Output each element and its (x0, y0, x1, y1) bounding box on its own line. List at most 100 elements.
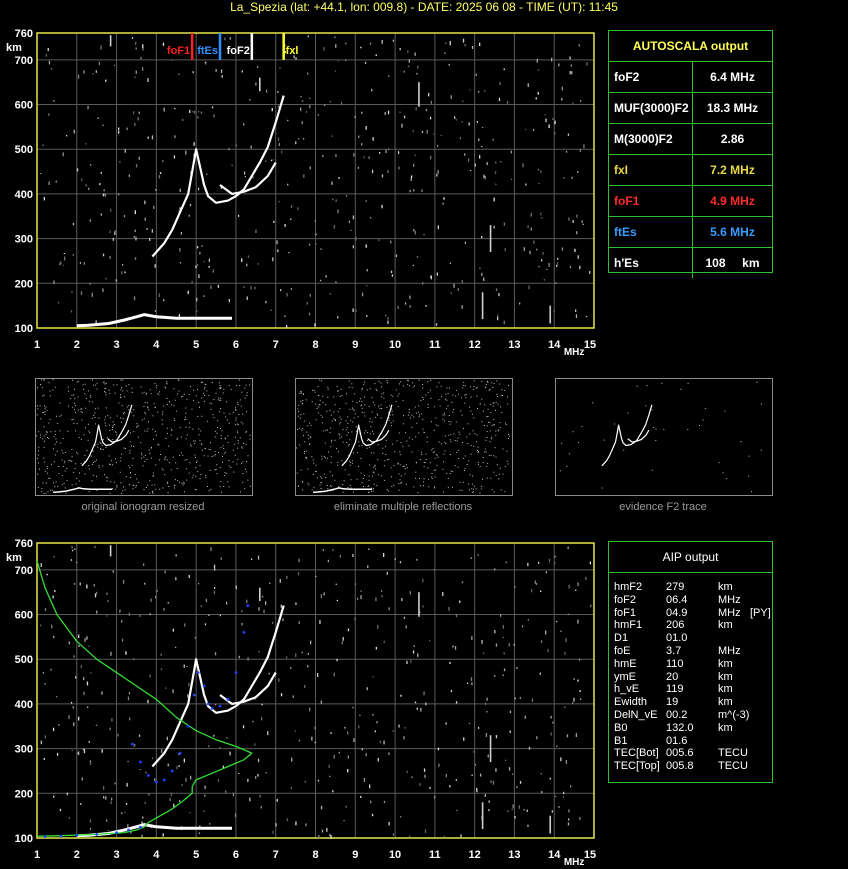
thumb-noise (318, 394, 319, 396)
thumb-noise (194, 440, 196, 442)
noise-dot (368, 548, 370, 550)
noise-dot (477, 727, 480, 729)
thumb-noise (399, 383, 400, 385)
thumb-noise (196, 460, 198, 462)
noise-dot (461, 280, 463, 284)
noise-dot (221, 75, 223, 78)
thumb-noise (430, 379, 432, 381)
noise-dot (73, 722, 75, 726)
autoscala-row: MUF(3000)F2 18.3 MHz (609, 93, 772, 124)
thumb-noise (395, 401, 397, 403)
noise-dot (445, 42, 447, 44)
thumb-noise (235, 424, 237, 426)
noise-dot (548, 124, 550, 129)
noise-dot (317, 779, 320, 782)
thumb-noise (398, 393, 400, 395)
noise-dot (305, 823, 307, 827)
thumb-noise (377, 444, 379, 446)
thumb-noise (427, 381, 429, 383)
noise-dot (257, 773, 259, 777)
thumb-noise (158, 444, 160, 446)
thumb-noise (197, 415, 199, 417)
noise-dot (467, 158, 470, 163)
thumb-noise (387, 382, 388, 384)
noise-dot (381, 204, 383, 209)
y-tick-label: 600 (15, 100, 33, 112)
noise-dot (575, 589, 577, 591)
noise-dot (91, 292, 93, 297)
thumb-noise (438, 382, 440, 384)
thumb-noise (137, 424, 139, 426)
noise-dot (62, 152, 64, 157)
noise-dot (548, 262, 550, 267)
thumb-f-trace-x (627, 429, 650, 443)
noise-dot (53, 635, 55, 639)
thumb-noise (467, 423, 469, 425)
noise-dot (163, 608, 165, 611)
noise-dot (409, 296, 411, 300)
thumb-noise (485, 384, 487, 386)
noise-dot (392, 833, 395, 836)
thumb-noise (300, 469, 302, 471)
thumb-noise (311, 456, 313, 458)
thumb-noise (150, 393, 152, 395)
x-tick-label: 6 (233, 339, 239, 351)
thumb-noise (389, 405, 391, 407)
noise-dot (86, 584, 88, 589)
thumb-noise (384, 446, 386, 448)
noise-dot (412, 130, 414, 133)
thumb-noise (457, 466, 459, 468)
noise-dot (494, 675, 496, 677)
noise-dot (388, 607, 390, 611)
thumb-noise (227, 481, 229, 483)
noise-dot (575, 309, 577, 312)
noise-dot (300, 96, 302, 98)
noise-dot (234, 813, 237, 818)
noise-dot (544, 114, 546, 116)
thumb-noise (330, 456, 332, 458)
noise-dot (180, 231, 182, 235)
thumb-noise (219, 467, 221, 469)
thumb-noise (147, 402, 149, 404)
noise-dot (420, 707, 422, 712)
noise-dot (208, 745, 210, 748)
thumb-noise (505, 422, 506, 424)
thumb-noise (211, 403, 213, 405)
noise-dot (88, 645, 90, 647)
thumb-noise (438, 441, 440, 443)
thumb-noise (97, 446, 99, 448)
noise-dot (565, 638, 567, 643)
thumb-noise (137, 426, 139, 428)
thumb-noise (502, 448, 504, 450)
thumb-noise (91, 417, 93, 419)
thumb-noise (372, 475, 373, 477)
noise-dot (569, 265, 572, 269)
thumb-noise (566, 465, 568, 467)
thumb-noise (354, 393, 356, 395)
thumb-noise (636, 385, 638, 387)
thumb-noise (112, 426, 114, 428)
thumb-noise (434, 486, 436, 488)
thumb-noise (237, 432, 239, 434)
thumb-noise (242, 423, 244, 425)
thumb-noise (427, 404, 429, 406)
thumb-noise (88, 468, 90, 470)
noise-dot (545, 118, 547, 123)
noise-dot (195, 265, 197, 269)
noise-dot (280, 604, 282, 608)
thumb-noise (208, 395, 210, 396)
thumb-noise (315, 464, 317, 466)
noise-dot (366, 315, 368, 317)
thumb-noise (488, 454, 490, 456)
thumb-noise (402, 466, 404, 467)
thumb-noise (77, 453, 79, 455)
thumb-noise (431, 476, 433, 478)
thumb-noise (188, 426, 190, 428)
noise-dot (172, 689, 174, 694)
thumb-noise (47, 472, 48, 474)
thumb-noise (96, 459, 97, 461)
noise-dot (138, 111, 140, 114)
thumb-noise (472, 492, 474, 493)
autoscala-rows: foF2 6.4 MHz MUF(3000)F2 18.3 MHz M(3000)F2 2… (609, 62, 772, 278)
thumb-noise (337, 464, 339, 466)
